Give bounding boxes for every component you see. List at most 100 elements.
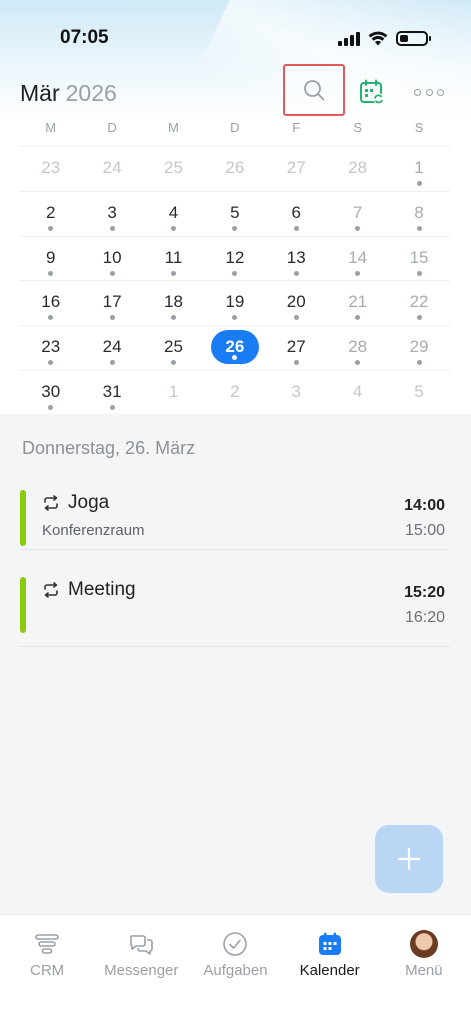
status-bar: 07:05	[0, 0, 471, 70]
tab-kalender[interactable]: Kalender	[283, 915, 377, 995]
calendar-icon	[318, 932, 341, 955]
day-cell[interactable]: 3	[266, 371, 327, 414]
day-cell[interactable]: 28	[327, 147, 388, 192]
day-cell[interactable]: 14	[327, 237, 388, 282]
day-number: 24	[102, 158, 122, 177]
month-grid: 23 24 25 26 27 28 1 2 3 4 5 6 7 8 9 10 11 12 13 14 15 16 17 18 1…	[20, 146, 450, 414]
weekday-label: F	[292, 120, 301, 135]
day-number: 4	[352, 381, 363, 401]
day-cell[interactable]: 20	[266, 281, 327, 326]
event-dot	[293, 225, 299, 231]
day-cell[interactable]: 21	[327, 281, 388, 326]
more-dot-icon	[414, 88, 421, 96]
tab-aufgaben[interactable]: Aufgaben	[188, 915, 282, 995]
event-item[interactable]: Joga Konferenzraum 14:00 15:00	[20, 490, 450, 550]
day-number: 26	[225, 158, 245, 177]
event-dot	[355, 270, 361, 276]
day-cell[interactable]: 12	[204, 237, 265, 282]
day-cell[interactable]: 1	[143, 371, 204, 414]
day-cell[interactable]: 31	[81, 371, 142, 414]
day-number: 9	[45, 247, 56, 267]
day-cell[interactable]: 2	[20, 192, 81, 237]
event-color-bar	[20, 490, 26, 546]
calendar-header: Mär 2026	[0, 64, 471, 116]
event-item[interactable]: Meeting 15:20 16:20	[20, 577, 450, 647]
month-title[interactable]: Mär 2026	[20, 80, 117, 107]
day-cell[interactable]: 24	[81, 147, 142, 192]
day-number: 2	[45, 202, 56, 222]
day-cell[interactable]: 4	[143, 192, 204, 237]
day-cell[interactable]: 10	[81, 237, 142, 282]
event-dot	[355, 225, 361, 231]
day-cell[interactable]: 30	[20, 371, 81, 414]
day-cell[interactable]: 11	[143, 237, 204, 282]
day-cell[interactable]: 24	[81, 326, 142, 371]
day-number: 18	[164, 292, 183, 312]
day-cell[interactable]: 27	[266, 326, 327, 371]
day-cell[interactable]: 16	[20, 281, 81, 326]
day-cell[interactable]: 4	[327, 371, 388, 414]
search-icon	[304, 80, 325, 101]
year-label: 2026	[65, 80, 117, 106]
check-circle-icon	[223, 932, 248, 956]
day-number: 31	[102, 381, 122, 401]
tab-menu[interactable]: Menü	[377, 915, 471, 995]
day-cell[interactable]: 3	[81, 192, 142, 237]
day-cell[interactable]: 8	[388, 192, 449, 237]
more-dot-icon	[425, 88, 433, 96]
day-cell[interactable]: 23	[20, 326, 81, 371]
day-number: 3	[107, 202, 117, 222]
more-options-button[interactable]	[414, 80, 444, 104]
day-cell[interactable]: 23	[20, 147, 81, 192]
day-cell[interactable]: 15	[388, 237, 449, 282]
day-number: 24	[102, 337, 122, 357]
day-cell-today[interactable]: 26	[204, 326, 265, 371]
day-cell[interactable]: 7	[327, 192, 388, 237]
day-number: 3	[291, 381, 301, 401]
day-cell[interactable]: 28	[327, 326, 388, 371]
add-event-button[interactable]	[375, 825, 443, 893]
day-number: 23	[41, 337, 61, 357]
day-cell[interactable]: 18	[143, 281, 204, 326]
day-cell[interactable]: 26	[204, 147, 265, 192]
tab-messenger[interactable]: Messenger	[94, 915, 188, 995]
week-row: 23 24 25 26 27 28 29	[20, 325, 450, 370]
event-title-text: Joga	[68, 492, 110, 513]
day-cell[interactable]: 25	[143, 326, 204, 371]
day-number: 23	[41, 158, 61, 177]
day-number: 6	[291, 202, 301, 222]
event-dot	[48, 225, 54, 231]
day-number: 5	[230, 202, 240, 222]
day-cell[interactable]: 1	[388, 147, 449, 192]
day-cell[interactable]: 25	[143, 147, 204, 192]
wifi-icon	[368, 31, 388, 46]
day-cell[interactable]: 5	[204, 192, 265, 237]
calendar-sync-icon[interactable]	[359, 79, 385, 105]
week-row: 2 3 4 5 6 7 8	[20, 190, 450, 237]
day-cell[interactable]: 17	[81, 281, 142, 326]
day-cell[interactable]: 6	[266, 192, 327, 237]
chat-bubbles-icon	[130, 935, 154, 955]
day-cell[interactable]: 5	[388, 371, 449, 414]
event-dot	[170, 225, 176, 231]
day-cell[interactable]: 2	[204, 371, 265, 414]
event-dot	[48, 270, 54, 276]
day-cell[interactable]: 27	[266, 147, 327, 192]
day-cell[interactable]: 29	[388, 326, 449, 371]
tab-label: Aufgaben	[203, 962, 268, 979]
search-button[interactable]	[283, 64, 345, 116]
day-cell[interactable]: 9	[20, 237, 81, 282]
week-row: 16 17 18 19 20 21 22	[20, 280, 450, 325]
event-dot	[355, 315, 361, 321]
day-cell[interactable]: 22	[388, 281, 449, 326]
event-dot	[416, 315, 422, 321]
month-label: Mär	[20, 80, 60, 106]
day-cell[interactable]: 13	[266, 237, 327, 282]
day-cell[interactable]: 19	[204, 281, 265, 326]
tab-crm[interactable]: CRM	[0, 915, 94, 995]
agenda-date-heading: Donnerstag, 26. März	[22, 438, 196, 458]
event-dot	[48, 360, 54, 366]
week-row: 9 10 11 12 13 14 15	[20, 235, 450, 282]
event-dot	[109, 360, 115, 366]
repeat-icon	[44, 495, 58, 511]
